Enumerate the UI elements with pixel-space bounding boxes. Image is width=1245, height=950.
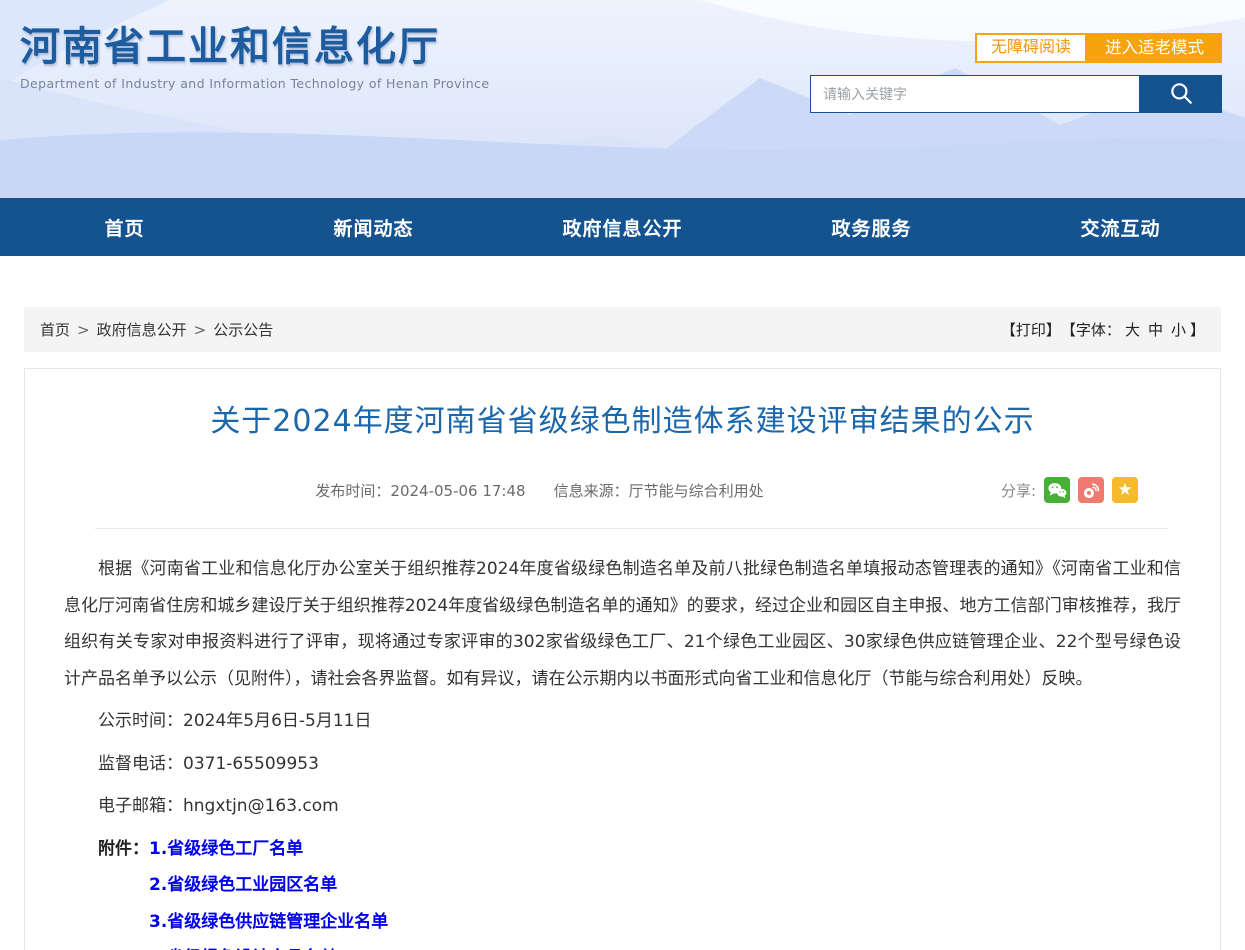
share-label: 分享: — [1001, 480, 1036, 501]
nav-item-interaction[interactable]: 交流互动 — [996, 198, 1245, 256]
main-navigation: 首页 新闻动态 政府信息公开 政务服务 交流互动 — [0, 198, 1245, 256]
attachment-links: 1.省级绿色工厂名单 2.省级绿色工业园区名单 3.省级绿色供应链管理企业名单 … — [149, 831, 388, 950]
article-title: 关于2024年度河南省省级绿色制造体系建设评审结果的公示 — [25, 399, 1220, 444]
header-tools: 无障碍阅读 进入适老模式 — [975, 33, 1222, 63]
breadcrumb-bar: 首页 > 政府信息公开 > 公示公告 【打印】 【字体： 大 中 小 】 — [24, 307, 1221, 352]
qzone-share-icon[interactable]: ★ — [1112, 477, 1138, 503]
attachment-link-supply-chain[interactable]: 3.省级绿色供应链管理企业名单 — [149, 904, 388, 941]
supervision-phone: 监督电话：0371-65509953 — [64, 746, 1181, 783]
article-paragraph: 根据《河南省工业和信息化厅办公室关于组织推荐2024年度省级绿色制造名单及前八批… — [64, 551, 1181, 697]
publicity-period: 公示时间：2024年5月6日-5月11日 — [64, 703, 1181, 740]
contact-email: 电子邮箱：hngxtjn@163.com — [64, 788, 1181, 825]
print-button[interactable]: 【打印】 — [1001, 319, 1061, 340]
attachment-link-green-factories[interactable]: 1.省级绿色工厂名单 — [149, 831, 388, 868]
attachments-section: 附件： 1.省级绿色工厂名单 2.省级绿色工业园区名单 3.省级绿色供应链管理企… — [64, 831, 1181, 950]
breadcrumb-gov-info[interactable]: 政府信息公开 — [97, 321, 187, 339]
site-title-english: Department of Industry and Information T… — [20, 76, 489, 91]
breadcrumb-separator: > — [77, 321, 90, 339]
share-box: 分享: — [1001, 476, 1138, 504]
nav-item-news[interactable]: 新闻动态 — [249, 198, 498, 256]
attachment-link-green-design[interactable]: 4.省级绿色设计产品名单 — [149, 940, 388, 950]
search-button[interactable] — [1139, 75, 1222, 113]
breadcrumb: 首页 > 政府信息公开 > 公示公告 — [40, 319, 273, 340]
page-controls: 【打印】 【字体： 大 中 小 】 — [1001, 319, 1205, 340]
search-input[interactable] — [810, 75, 1139, 113]
attachments-label: 附件： — [98, 831, 149, 950]
nav-item-services[interactable]: 政务服务 — [747, 198, 996, 256]
search-bar — [810, 75, 1222, 113]
font-size-label: 【字体： — [1061, 319, 1121, 340]
article-container: 关于2024年度河南省省级绿色制造体系建设评审结果的公示 发布时间：2024-0… — [24, 368, 1221, 950]
site-logo[interactable]: 河南省工业和信息化厅 Department of Industry and In… — [20, 24, 489, 91]
info-source: 信息来源：厅节能与综合利用处 — [554, 480, 764, 501]
accessibility-reading-button[interactable]: 无障碍阅读 — [975, 33, 1087, 63]
elder-mode-button[interactable]: 进入适老模式 — [1087, 33, 1222, 63]
attachment-link-industrial-parks[interactable]: 2.省级绿色工业园区名单 — [149, 867, 388, 904]
wechat-share-icon[interactable] — [1044, 477, 1070, 503]
breadcrumb-notices[interactable]: 公示公告 — [213, 321, 273, 339]
nav-item-home[interactable]: 首页 — [0, 198, 249, 256]
font-size-medium[interactable]: 中 — [1148, 319, 1163, 340]
breadcrumb-home[interactable]: 首页 — [40, 321, 70, 339]
weibo-share-icon[interactable] — [1078, 477, 1104, 503]
site-title: 河南省工业和信息化厅 — [20, 24, 489, 70]
search-icon — [1168, 80, 1194, 109]
article-meta: 发布时间：2024-05-06 17:48 信息来源：厅节能与综合利用处 分享: — [25, 476, 1220, 504]
font-size-small[interactable]: 小 — [1171, 319, 1186, 340]
font-size-label-close: 】 — [1190, 319, 1205, 340]
site-header: 河南省工业和信息化厅 Department of Industry and In… — [0, 0, 1245, 198]
font-size-large[interactable]: 大 — [1125, 319, 1140, 340]
nav-item-gov-info[interactable]: 政府信息公开 — [498, 198, 747, 256]
publish-time: 发布时间：2024-05-06 17:48 — [315, 480, 525, 501]
breadcrumb-separator: > — [194, 321, 207, 339]
article-body: 根据《河南省工业和信息化厅办公室关于组织推荐2024年度省级绿色制造名单及前八批… — [25, 529, 1220, 950]
